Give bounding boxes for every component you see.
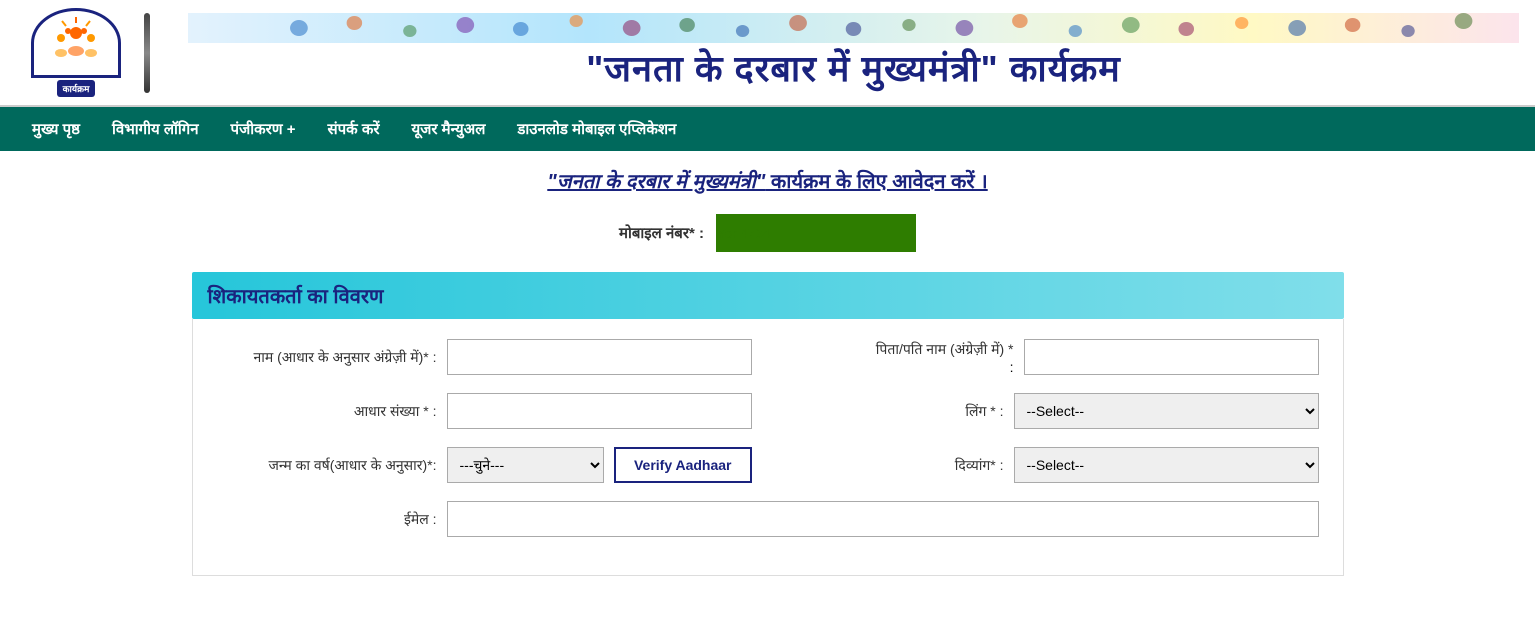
- logo-icon: [36, 13, 116, 73]
- birth-year-select[interactable]: ---चुने---: [447, 447, 604, 483]
- navbar: मुख्य पृष्ठ विभागीय लॉगिन पंजीकरण + संपर…: [0, 107, 1535, 151]
- divyang-label: दिव्यांग* :: [784, 456, 1004, 475]
- birth-year-group: जन्म का वर्ष(आधार के अनुसार)*: ---चुने--…: [217, 447, 752, 483]
- form-page-title: "जनता के दरबार में मुख्यमंत्री" कार्यक्र…: [192, 167, 1344, 194]
- logo-circle: [31, 8, 121, 78]
- header-title: "जनता के दरबार में मुख्यमंत्री" कार्यक्र…: [188, 43, 1519, 92]
- aadhar-label: आधार संख्या * :: [217, 402, 437, 421]
- name-label: नाम (आधार के अनुसार अंग्रेज़ी में)* :: [217, 348, 437, 367]
- birth-year-label: जन्म का वर्ष(आधार के अनुसार)*:: [217, 456, 437, 475]
- nav-user-manual[interactable]: यूजर मैन्युअल: [396, 107, 502, 151]
- verify-aadhaar-button[interactable]: Verify Aadhaar: [614, 447, 752, 483]
- aadhar-group: आधार संख्या * :: [217, 393, 752, 429]
- form-title-part2: कार्यक्रम के लिए आवेदन करें ।: [765, 171, 987, 193]
- section-body: नाम (आधार के अनुसार अंग्रेज़ी में)* : पि…: [192, 319, 1344, 576]
- form-row-3: जन्म का वर्ष(आधार के अनुसार)*: ---चुने--…: [217, 447, 1319, 483]
- logo-badge: कार्यक्रम: [57, 80, 96, 97]
- name-input[interactable]: [447, 339, 752, 375]
- header-title-area: "जनता के दरबार में मुख्यमंत्री" कार्यक्र…: [158, 13, 1519, 92]
- nav-dept-login[interactable]: विभागीय लॉगिन: [96, 107, 215, 151]
- form-row-1: नाम (आधार के अनुसार अंग्रेज़ी में)* : पि…: [217, 339, 1319, 375]
- father-group: पिता/पति नाम (अंग्रेज़ी में) * :: [784, 339, 1319, 375]
- father-colon: :: [784, 359, 1014, 375]
- form-row-2: आधार संख्या * : लिंग * : --Select-- पुरु…: [217, 393, 1319, 429]
- divyang-select[interactable]: --Select-- हाँ नहीं: [1014, 447, 1319, 483]
- form-title-part1: "जनता के दरबार में मुख्यमंत्री": [547, 171, 765, 193]
- gender-select[interactable]: --Select-- पुरुष महिला अन्य: [1014, 393, 1319, 429]
- gender-group: लिंग * : --Select-- पुरुष महिला अन्य: [784, 393, 1319, 429]
- email-input[interactable]: [447, 501, 1319, 537]
- name-group: नाम (आधार के अनुसार अंग्रेज़ी में)* :: [217, 339, 752, 375]
- nav-register[interactable]: पंजीकरण +: [215, 107, 312, 151]
- header: कार्यक्रम: [0, 0, 1535, 107]
- aadhar-input[interactable]: [447, 393, 752, 429]
- section-header: शिकायतकर्ता का विवरण: [192, 272, 1344, 319]
- logo-area: कार्यक्रम: [16, 8, 136, 97]
- father-input[interactable]: [1024, 339, 1319, 375]
- banner-strip: [188, 13, 1519, 43]
- form-row-4: ईमेल :: [217, 501, 1319, 537]
- nav-download-app[interactable]: डाउनलोड मोबाइल एप्लिकेशन: [501, 107, 692, 151]
- email-group: ईमेल :: [217, 501, 1319, 537]
- email-label: ईमेल :: [217, 510, 437, 529]
- mobile-label: मोबाइल नंबर* :: [619, 223, 704, 243]
- mobile-row: मोबाइल नंबर* :: [192, 214, 1344, 252]
- mobile-input[interactable]: [716, 214, 916, 252]
- form-container: "जनता के दरबार में मुख्यमंत्री" कार्यक्र…: [168, 151, 1368, 592]
- divyang-group: दिव्यांग* : --Select-- हाँ नहीं: [784, 447, 1319, 483]
- crowd-banner-svg: [188, 13, 1519, 43]
- nav-contact[interactable]: संपर्क करें: [312, 107, 396, 151]
- father-label: पिता/पति नाम (अंग्रेज़ी में) *: [784, 340, 1014, 359]
- gender-label: लिंग * :: [784, 402, 1004, 421]
- decorative-bar: [144, 13, 150, 93]
- nav-home[interactable]: मुख्य पृष्ठ: [16, 107, 96, 151]
